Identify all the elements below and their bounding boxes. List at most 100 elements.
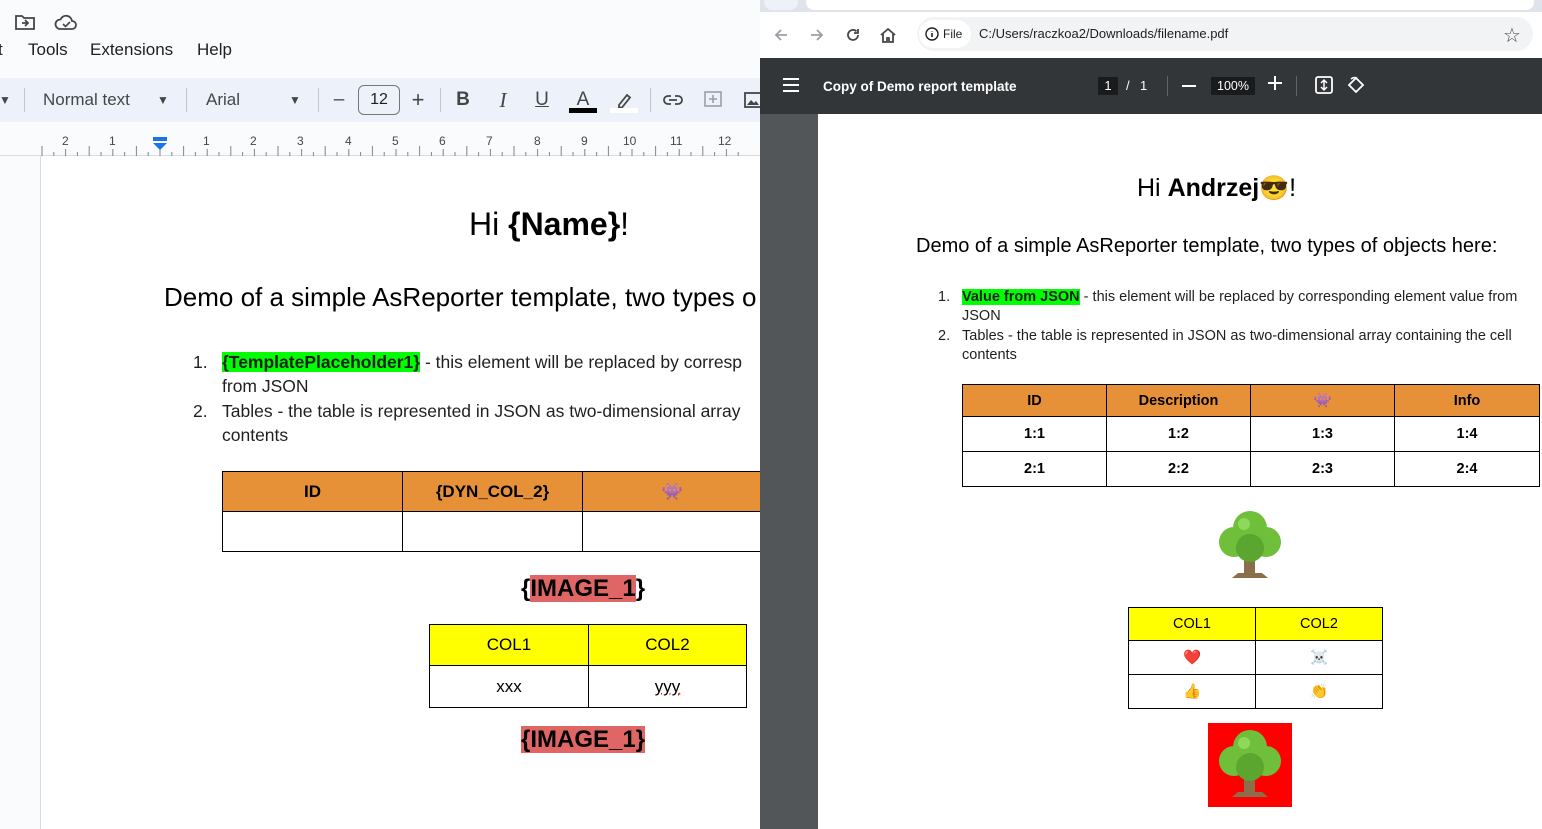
ruler-number: 1	[109, 134, 116, 148]
pdf-document-title: Copy of Demo report template	[823, 79, 1017, 94]
sunglasses-emoji: 😎	[1259, 175, 1290, 202]
tab-strip	[760, 0, 1542, 12]
table-header-cell[interactable]: 👾	[582, 471, 760, 512]
table-header-row: ID {DYN_COL_2} 👾	[222, 471, 760, 512]
font-family-select[interactable]: Arial	[206, 90, 240, 110]
doc-table-2[interactable]: COL1 COL2 xxx yyy	[429, 624, 747, 708]
move-to-folder-icon[interactable]	[14, 12, 36, 37]
paragraph-style-select[interactable]: Normal text	[43, 90, 130, 110]
insert-link-icon[interactable]	[660, 88, 686, 112]
indent-marker-icon[interactable]	[151, 137, 169, 156]
add-comment-icon[interactable]	[700, 88, 726, 112]
rotate-icon[interactable]	[1347, 76, 1365, 99]
cloud-saved-icon[interactable]	[54, 13, 78, 36]
ruler-number: 3	[297, 134, 304, 148]
title-name-placeholder: {Name}	[508, 206, 621, 242]
toolbar-divider	[318, 88, 319, 112]
ruler-number: 9	[581, 134, 588, 148]
template-placeholder-highlight: {TemplatePlaceholder1}	[222, 352, 421, 372]
horizontal-ruler[interactable]: 2 1 1 2 3 4 5 6 7 8 9 10 11 12	[0, 126, 760, 156]
pdf-toolbar: Copy of Demo report template 1 / 1 100%	[760, 58, 1542, 114]
table-cell[interactable]	[222, 511, 403, 552]
underline-button[interactable]: U	[529, 88, 555, 112]
table-header-cell: COL1	[1128, 607, 1256, 641]
table-cell[interactable]: yyy	[588, 665, 747, 708]
image-placeholder-highlight: {IMAGE_1}	[521, 726, 646, 753]
list-item-1: {TemplatePlaceholder1} - this element wi…	[222, 352, 742, 373]
dropdown-arrow-icon[interactable]: ▼	[0, 88, 18, 112]
table-header-cell: Description	[1106, 384, 1251, 417]
doc-title: Hi {Name}!	[469, 206, 629, 243]
browser-toolbar: File C:/Users/raczkoa2/Downloads/filenam…	[760, 12, 1542, 58]
table-header-row: COL1 COL2	[429, 624, 747, 666]
zoom-level-input[interactable]: 100%	[1211, 77, 1255, 95]
url-text[interactable]: C:/Users/raczkoa2/Downloads/filename.pdf	[979, 26, 1228, 41]
table-row	[222, 511, 760, 552]
title-exclamation: !	[620, 206, 630, 242]
thumbs-up-emoji-cell: 👍	[1128, 674, 1256, 709]
increase-font-size-button[interactable]: +	[405, 87, 431, 112]
table-cell: 1:1	[962, 416, 1107, 452]
active-tab[interactable]	[806, 0, 1534, 10]
forward-icon[interactable]	[804, 22, 830, 48]
bookmark-star-icon[interactable]: ☆	[1503, 23, 1521, 48]
fit-page-icon[interactable]	[1315, 76, 1333, 99]
table-cell: 2:2	[1106, 451, 1251, 487]
menu-tools[interactable]: Tools	[28, 40, 68, 60]
list-item-1: Value from JSON - this element will be r…	[962, 289, 1517, 305]
table-header-cell: 👾	[1250, 384, 1395, 417]
table-header-cell[interactable]: ID	[222, 471, 403, 512]
table-cell[interactable]: xxx	[429, 665, 589, 708]
pdf-table-1: ID Description 👾 Info 1:1 1:2 1:3 1:4 2:…	[962, 384, 1540, 487]
italic-button[interactable]: I	[490, 88, 516, 112]
toolbar-divider	[1296, 76, 1297, 96]
table-header-cell: COL2	[1255, 607, 1383, 641]
pdf-subtitle: Demo of a simple AsReporter template, tw…	[916, 235, 1498, 257]
doc-table-1[interactable]: ID {DYN_COL_2} 👾	[222, 471, 760, 552]
address-bar[interactable]: File C:/Users/raczkoa2/Downloads/filenam…	[917, 17, 1533, 51]
zoom-in-icon[interactable]	[1268, 76, 1282, 95]
back-icon[interactable]	[768, 22, 794, 48]
tab[interactable]	[764, 0, 798, 10]
text-color-swatch	[569, 108, 597, 113]
style-dropdown-arrow-icon[interactable]: ▼	[150, 88, 176, 112]
menu-help[interactable]: Help	[197, 40, 232, 60]
insert-image-icon[interactable]	[740, 88, 760, 112]
ruler-number: 2	[62, 134, 69, 148]
menu-icon[interactable]	[782, 78, 800, 97]
font-dropdown-arrow-icon[interactable]: ▼	[282, 88, 308, 112]
page-number-input[interactable]: 1	[1098, 77, 1118, 95]
ruler-number: 5	[392, 134, 399, 148]
menu-format-partial[interactable]: t	[0, 40, 3, 60]
reload-icon[interactable]	[840, 22, 866, 48]
table-header-cell[interactable]: COL2	[588, 624, 747, 666]
ruler-number: 11	[670, 134, 683, 148]
decrease-font-size-button[interactable]: –	[326, 88, 352, 112]
docs-toolbar: ▼ Normal text ▼ Arial ▼ – 12 + B I U A	[0, 78, 760, 122]
zoom-out-icon[interactable]	[1182, 85, 1196, 87]
document-page[interactable]: Hi {Name}! Demo of a simple AsReporter t…	[40, 156, 760, 829]
table-cell[interactable]	[582, 511, 760, 552]
list-item-2: Tables - the table is represented in JSO…	[962, 328, 1512, 344]
menu-extensions[interactable]: Extensions	[90, 40, 173, 60]
pdf-sidebar	[760, 114, 818, 829]
ruler-number: 1	[203, 134, 210, 148]
toolbar-divider	[650, 88, 651, 112]
ruler-number: 12	[718, 134, 732, 148]
table-header-cell[interactable]: {DYN_COL_2}	[402, 471, 583, 512]
bold-button[interactable]: B	[450, 88, 476, 112]
table-header-cell[interactable]: COL1	[429, 624, 589, 666]
font-size-input[interactable]: 12	[358, 85, 400, 115]
title-greeting: Hi	[1137, 174, 1168, 202]
home-icon[interactable]	[875, 22, 901, 48]
list-item-continuation: JSON	[962, 308, 1001, 324]
site-info-chip[interactable]: File	[919, 20, 971, 48]
table-row: 1:1 1:2 1:3 1:4	[962, 416, 1540, 452]
heart-emoji-cell: ❤️	[1128, 640, 1256, 675]
ruler-number: 10	[623, 134, 637, 148]
table-cell: 2:4	[1394, 451, 1540, 487]
table-cell[interactable]	[402, 511, 583, 552]
table-cell: 2:3	[1250, 451, 1395, 487]
json-value-highlight: Value from JSON	[962, 289, 1080, 305]
text-color-label: A	[576, 89, 590, 110]
